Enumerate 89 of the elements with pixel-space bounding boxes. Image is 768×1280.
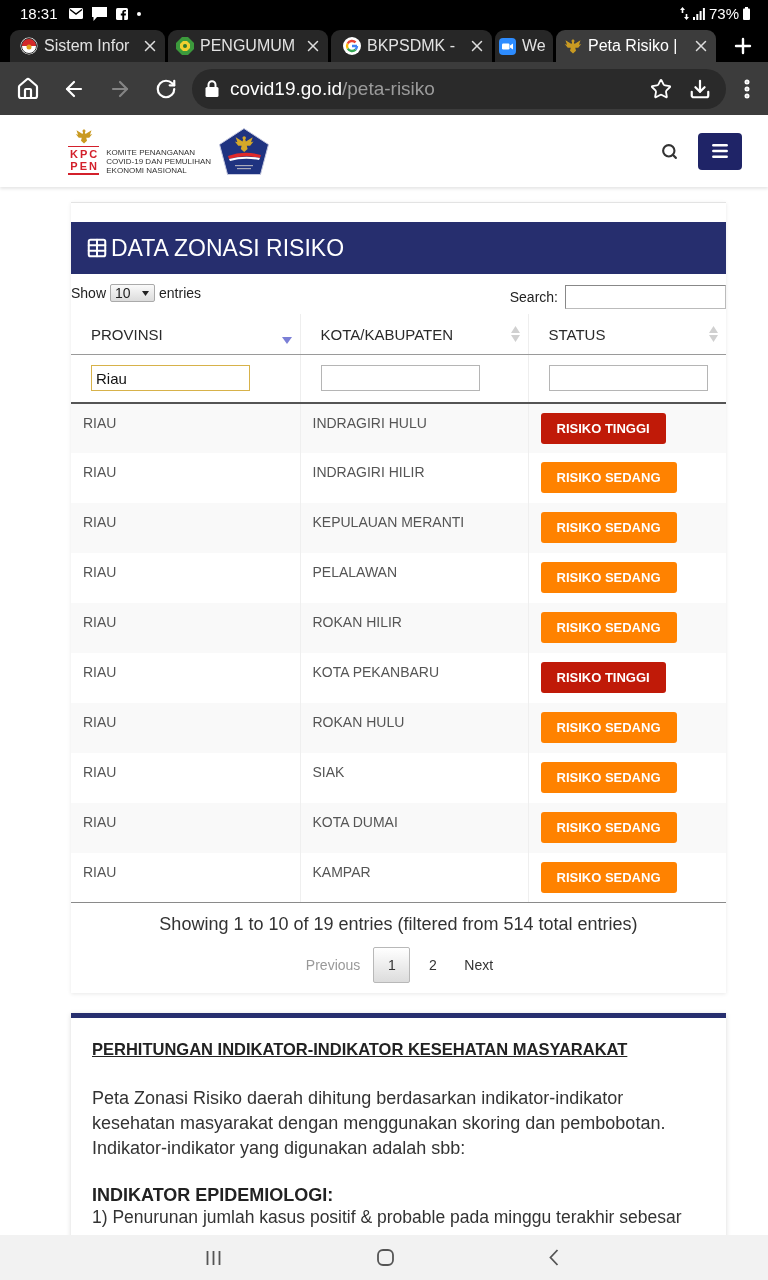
browser-tab[interactable]: Sistem Infor [10, 30, 165, 62]
table-cell: ROKAN HILIR [300, 602, 528, 653]
table-cell: PELALAWAN [300, 552, 528, 603]
clock-time: 18:31 [20, 5, 58, 22]
browser-tab[interactable]: BKPSDMK - [331, 30, 492, 62]
table-cell: INDRAGIRI HULU [300, 402, 528, 453]
column-header[interactable]: STATUS [528, 314, 726, 355]
browser-tab[interactable]: We [495, 30, 553, 62]
table-cell: RIAU [71, 802, 300, 853]
address-bar[interactable]: covid19.go.id/peta-risiko [192, 68, 727, 109]
lock-icon [205, 80, 219, 97]
reload-icon[interactable] [155, 77, 177, 100]
f-square-icon [115, 7, 128, 20]
recent-apps-icon[interactable] [206, 1249, 221, 1266]
mail-icon [68, 8, 83, 19]
table-cell: RIAU [71, 652, 300, 703]
table-info: Showing 1 to 10 of 19 entries (filtered from 514 total entries) [158, 913, 639, 935]
download-icon[interactable] [689, 77, 712, 100]
section-subheading: INDIKATOR EPIDEMIOLOGI: [92, 1184, 335, 1206]
bookmark-star-icon[interactable] [650, 77, 673, 100]
table-cell: RIAU [71, 402, 300, 453]
risk-status-badge: RISIKO SEDANG [540, 811, 677, 843]
signal-icon [692, 7, 705, 20]
list-item-text: 1) Penurunan jumlah kasus positif & probable pada minggu terakhir sebesar [92, 1206, 683, 1228]
video-camera-icon [499, 37, 516, 55]
logo-caption: KOMITE PENANGANAN COVID-19 DAN PEMULIHAN EKONOMI NASIONAL [106, 147, 212, 175]
next-page-link[interactable]: Next [455, 947, 503, 983]
table-cell: RIAU [71, 452, 300, 503]
risk-status-badge: RISIKO SEDANG [540, 561, 677, 593]
risk-status-badge: RISIKO SEDANG [540, 861, 677, 893]
risk-status-badge: RISIKO SEDANG [540, 511, 677, 543]
table-cell: KOTA DUMAI [300, 802, 528, 853]
table-cell: RIAU [71, 752, 300, 803]
length-label: Show [71, 285, 107, 301]
url-text: covid19.go.id/peta-risiko [230, 77, 436, 100]
risk-status-badge: RISIKO SEDANG [540, 711, 677, 743]
table-cell: KAMPAR [300, 852, 528, 903]
letter-g-logo-icon [343, 37, 361, 55]
page-button[interactable]: 1 [373, 947, 411, 983]
table-cell: RIAU [71, 852, 300, 903]
round-emblem-icon [20, 37, 38, 55]
risk-status-badge: RISIKO TINGGI [540, 412, 666, 444]
risk-status-badge: RISIKO SEDANG [540, 611, 677, 643]
home-icon[interactable] [376, 1249, 394, 1266]
table-cell: SIAK [300, 752, 528, 803]
mobile-data-icon [679, 7, 689, 20]
table-cell: RIAU [71, 552, 300, 603]
notification-dot-icon [136, 11, 141, 16]
table-cell: RIAU [71, 502, 300, 553]
table-cell: KEPULAUAN MERANTI [300, 502, 528, 553]
pentagon-emblem-icon [219, 127, 270, 175]
browser-tab[interactable]: PENGUMUM [168, 30, 328, 62]
search-field[interactable] [565, 285, 726, 309]
chat-icon [91, 6, 107, 21]
table-icon [86, 237, 108, 259]
table-cell: INDRAGIRI HILIR [300, 452, 528, 503]
logo-letters: KPC [68, 145, 100, 160]
octagon-emblem-icon [176, 37, 194, 55]
table-cell: RIAU [71, 702, 300, 753]
paragraph: Peta Zonasi Risiko daerah dihitung berdasarkan indikator-indikator kesehatan masyarakat dengan menggunakan skoring dan pembobotan. Indikator-indikator yang digunakan adalah sbb: [92, 1087, 667, 1160]
table-cell: KOTA PEKANBARU [300, 652, 528, 703]
page-length-select[interactable]: 10 [110, 284, 156, 302]
search-label: Search: [509, 289, 558, 305]
menu-button[interactable] [698, 132, 742, 170]
risk-status-badge: RISIKO SEDANG [540, 461, 677, 493]
eagle-emblem-icon [74, 127, 93, 145]
column-filter-field[interactable] [548, 365, 708, 392]
battery-percentage: 73% [708, 5, 739, 22]
back-icon[interactable] [549, 1249, 559, 1266]
table-title: DATA ZONASI RISIKO [111, 234, 345, 262]
table-cell: ROKAN HULU [300, 702, 528, 753]
length-label: entries [159, 285, 202, 301]
menu-icon [710, 141, 730, 161]
browser-tab[interactable]: Peta Risiko | [556, 30, 716, 62]
table-cell: RIAU [71, 602, 300, 653]
section-heading: PERHITUNGAN INDIKATOR-INDIKATOR KESEHATAN MASYARAKAT [92, 1039, 629, 1059]
search-icon[interactable] [661, 142, 678, 160]
risk-status-badge: RISIKO TINGGI [540, 661, 666, 693]
column-header[interactable]: PROVINSI [71, 314, 300, 355]
column-filter-field[interactable] [320, 365, 480, 392]
eagle-emblem-icon [564, 37, 582, 55]
caret-icon [142, 290, 150, 296]
battery-icon [743, 7, 750, 20]
home-icon[interactable] [16, 76, 40, 101]
column-header[interactable]: KOTA/KABUPATEN [300, 314, 528, 355]
page-button[interactable]: 2 [414, 947, 452, 983]
logo-letters: PEN [68, 160, 99, 175]
risk-status-badge: RISIKO SEDANG [540, 761, 677, 793]
column-filter-field[interactable]: Riau [91, 365, 250, 392]
